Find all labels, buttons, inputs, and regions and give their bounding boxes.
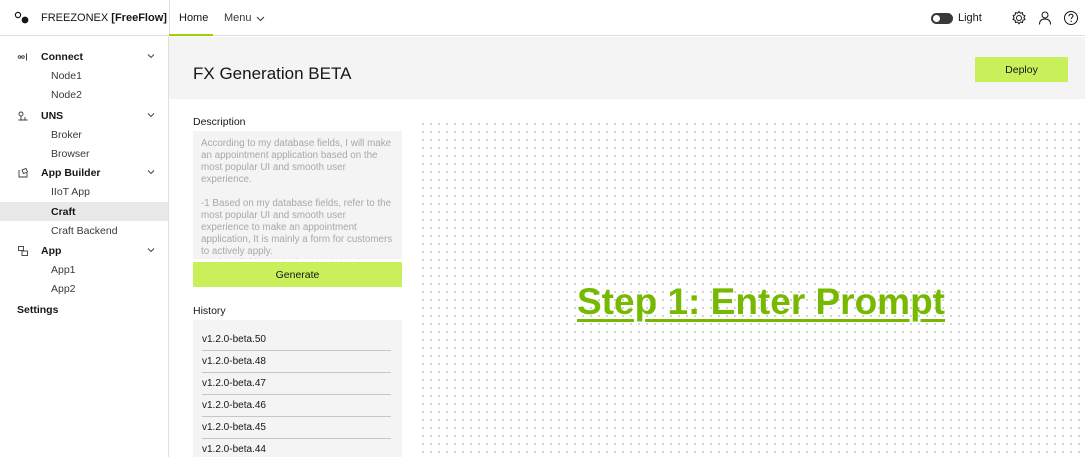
history-item[interactable]: v1.2.0-beta.47: [202, 373, 391, 395]
history-label: History: [193, 305, 226, 317]
chevron-down-icon: [147, 248, 155, 253]
history-item[interactable]: v1.2.0-beta.46: [202, 395, 391, 417]
connect-icon: [17, 53, 27, 61]
app-icon: [18, 246, 28, 256]
help-icon[interactable]: [1062, 9, 1080, 27]
generate-button[interactable]: Generate: [193, 262, 402, 287]
sidebar-group-label: App: [41, 245, 62, 257]
history-version: v1.2.0-beta.44: [202, 444, 266, 455]
sidebar-item-label: App1: [51, 264, 76, 276]
gear-icon[interactable]: [1010, 9, 1028, 27]
sidebar-item-label: Node1: [51, 70, 82, 82]
app-builder-icon: [18, 167, 29, 178]
sidebar-item-browser[interactable]: Browser: [0, 144, 168, 163]
nav-menu-label: Menu: [224, 12, 252, 24]
page-header: FX Generation BETA Deploy: [169, 37, 1085, 99]
page-title: FX Generation BETA: [193, 64, 352, 83]
sidebar-item-craft[interactable]: Craft: [0, 202, 168, 221]
top-bar: FREEZONEX [FreeFlow] Home Menu Light: [0, 0, 1085, 36]
chevron-down-icon: [147, 54, 155, 59]
brand-text: FREEZONEX: [41, 12, 109, 24]
sidebar-group-app[interactable]: App: [0, 241, 169, 261]
logo-icon[interactable]: [14, 11, 30, 25]
sidebar-item-iiot-app[interactable]: IIoT App: [0, 182, 168, 201]
sidebar-group-uns[interactable]: UNS: [0, 106, 169, 126]
sidebar-group-connect[interactable]: Connect: [0, 47, 169, 67]
sidebar-item-settings[interactable]: Settings: [17, 304, 58, 316]
uns-icon: [18, 111, 28, 121]
nav-home-tab[interactable]: Home: [169, 0, 213, 36]
history-version: v1.2.0-beta.50: [202, 334, 266, 345]
chevron-down-icon: [256, 16, 264, 21]
user-icon[interactable]: [1036, 9, 1054, 27]
brand-suffix: [FreeFlow]: [111, 12, 167, 24]
sidebar-item-label: Browser: [51, 148, 90, 160]
sidebar-group-label: UNS: [41, 110, 64, 122]
history-item[interactable]: v1.2.0-beta.44: [202, 439, 391, 457]
history-item[interactable]: v1.2.0-beta.45: [202, 417, 391, 439]
sidebar-group-label: App Builder: [41, 167, 101, 179]
sidebar-item-label: Broker: [51, 129, 82, 141]
nav-menu-dropdown[interactable]: Menu: [224, 12, 265, 24]
sidebar-item-craft-backend[interactable]: Craft Backend: [0, 221, 168, 240]
history-version: v1.2.0-beta.46: [202, 400, 266, 411]
history-item[interactable]: v1.2.0-beta.50: [202, 329, 391, 351]
deploy-button[interactable]: Deploy: [975, 57, 1068, 82]
sidebar-item-broker[interactable]: Broker: [0, 125, 168, 144]
nav-home-label: Home: [179, 12, 209, 24]
sidebar-item-label: IIoT App: [51, 186, 90, 198]
sidebar-group-label: Connect: [41, 51, 83, 63]
description-textarea[interactable]: According to my database fields, I will …: [193, 131, 402, 259]
sidebar-group-app-builder[interactable]: App Builder: [0, 163, 169, 183]
history-list: v1.2.0-beta.50 v1.2.0-beta.48 v1.2.0-bet…: [193, 320, 402, 457]
chevron-down-icon: [147, 113, 155, 118]
history-item[interactable]: v1.2.0-beta.48: [202, 351, 391, 373]
theme-label: Light: [958, 12, 982, 24]
sidebar: Connect Node1 Node2 UNS Broker Browser A…: [0, 36, 169, 457]
history-version: v1.2.0-beta.45: [202, 422, 266, 433]
sidebar-item-node2[interactable]: Node2: [0, 85, 168, 104]
description-label: Description: [193, 116, 246, 128]
sidebar-item-label: App2: [51, 283, 76, 295]
theme-toggle[interactable]: [931, 13, 953, 24]
history-version: v1.2.0-beta.48: [202, 356, 266, 367]
sidebar-item-app2[interactable]: App2: [0, 279, 168, 298]
sidebar-item-label: Node2: [51, 89, 82, 101]
sidebar-item-label: Craft Backend: [51, 225, 118, 237]
sidebar-item-label: Craft: [51, 206, 76, 218]
brand-name[interactable]: FREEZONEX [FreeFlow]: [41, 12, 167, 24]
chevron-down-icon: [147, 170, 155, 175]
sidebar-item-node1[interactable]: Node1: [0, 66, 168, 85]
history-version: v1.2.0-beta.47: [202, 378, 266, 389]
step-instruction: Step 1: Enter Prompt: [577, 281, 945, 322]
sidebar-item-app1[interactable]: App1: [0, 260, 168, 279]
